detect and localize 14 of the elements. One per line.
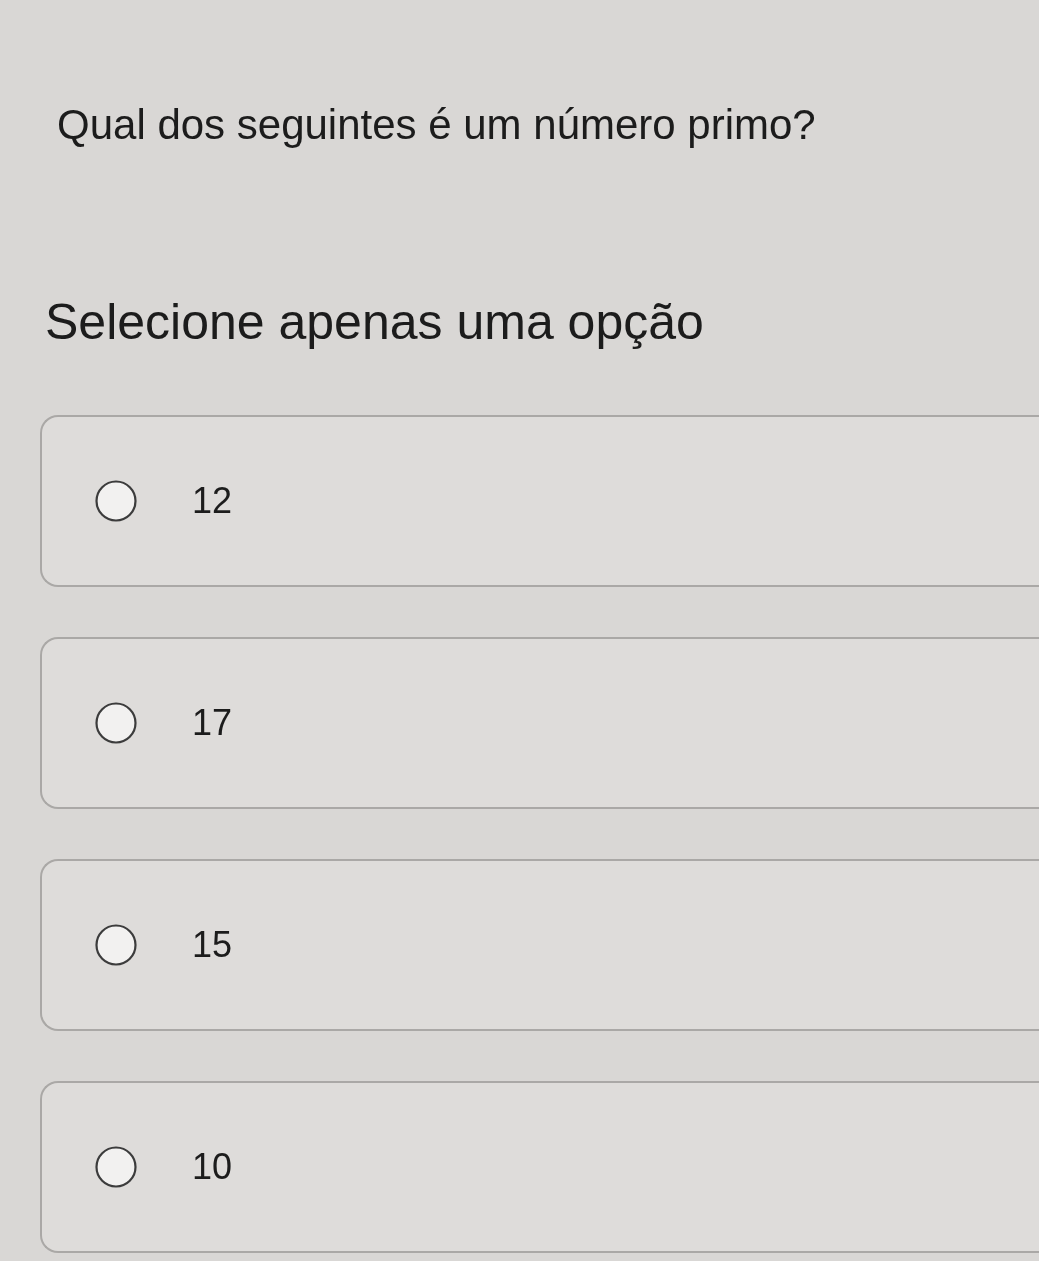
question-text: Qual dos seguintes é um número primo? — [57, 100, 817, 150]
answer-option[interactable]: 17 — [40, 637, 1039, 809]
option-label: 10 — [192, 1146, 233, 1188]
option-label: 15 — [192, 924, 233, 966]
answer-option[interactable]: 10 — [40, 1081, 1039, 1253]
option-label: 12 — [192, 480, 233, 522]
radio-button-icon[interactable] — [95, 1146, 137, 1188]
radio-button-icon[interactable] — [95, 702, 137, 744]
answer-option[interactable]: 12 — [40, 415, 1039, 587]
answer-option[interactable]: 15 — [40, 859, 1039, 1031]
radio-button-icon[interactable] — [95, 924, 137, 966]
radio-button-icon[interactable] — [95, 480, 137, 522]
option-label: 17 — [192, 702, 233, 744]
instruction-text: Selecione apenas uma opção — [45, 293, 705, 352]
